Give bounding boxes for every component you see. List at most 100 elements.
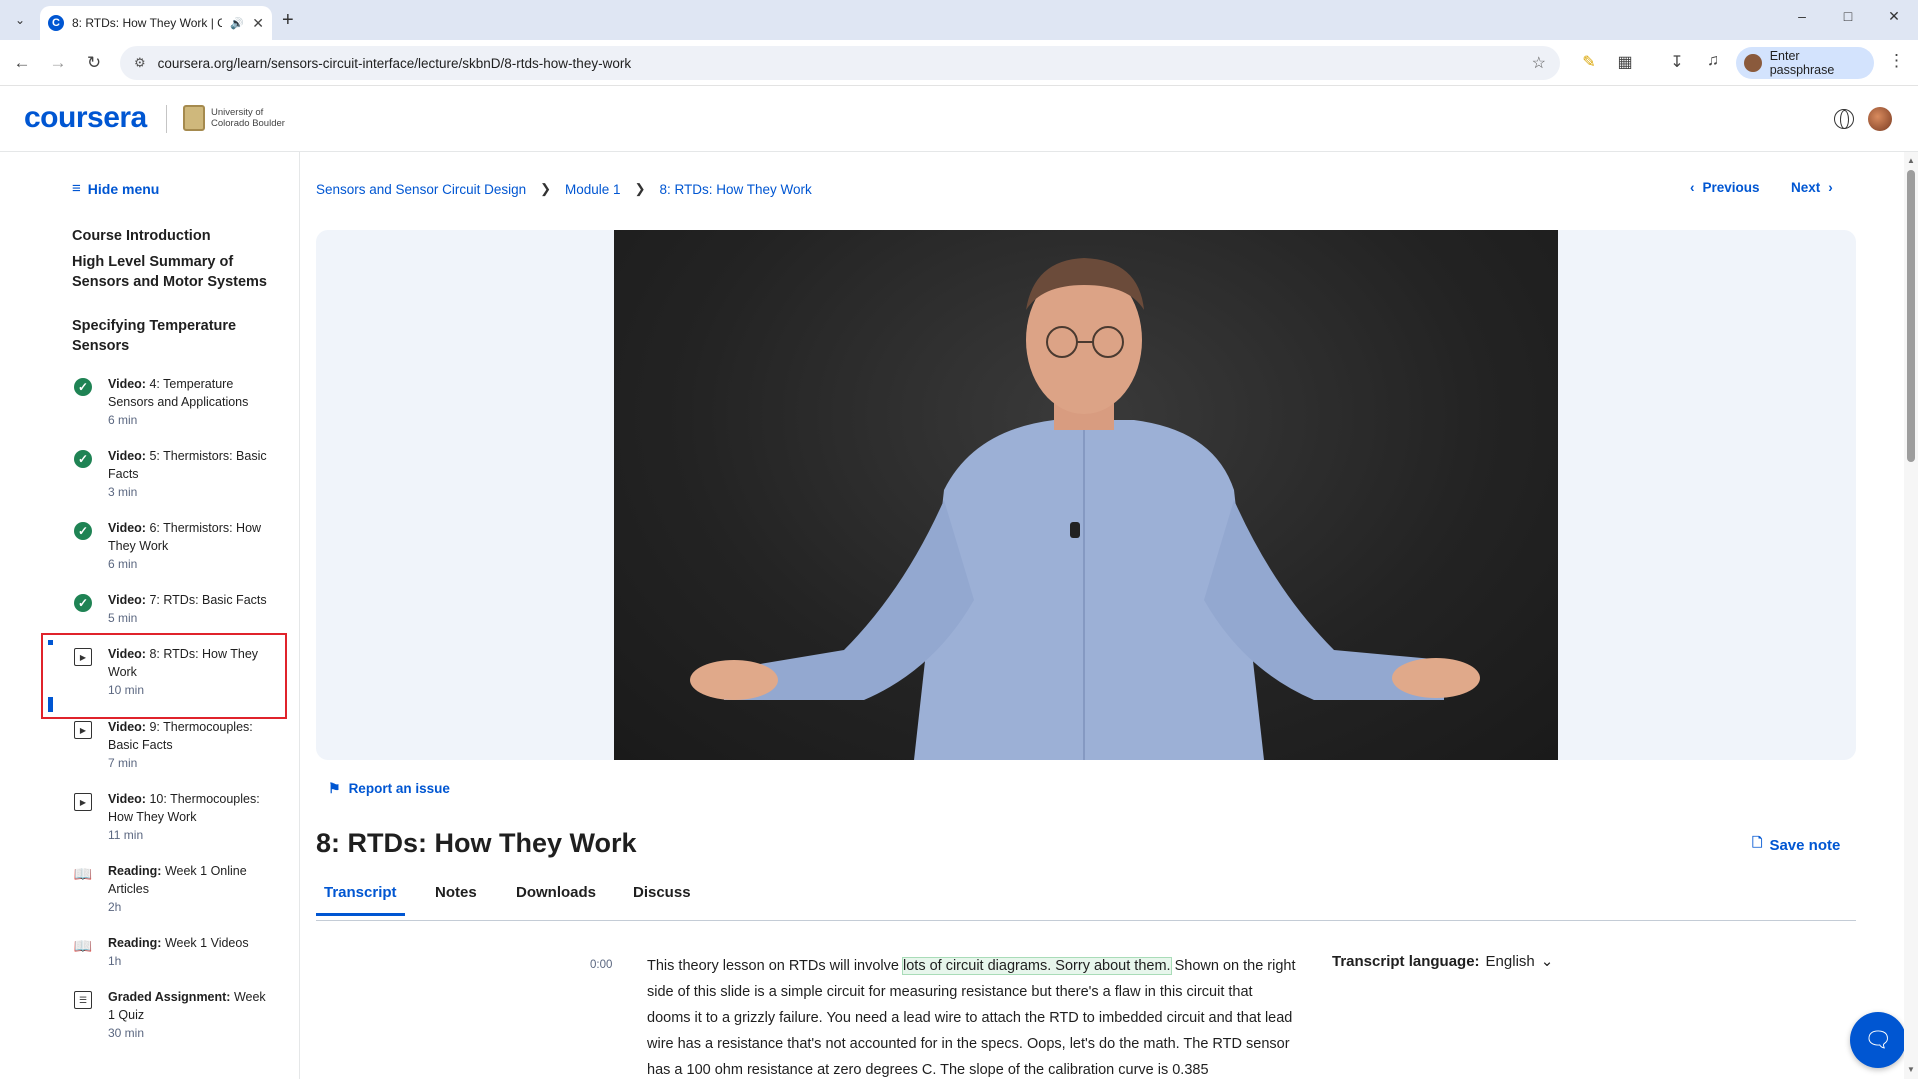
transcript-timestamp[interactable]: 0:00 <box>590 959 612 971</box>
selection-highlight-box <box>41 633 287 719</box>
tab-discuss[interactable]: Discuss <box>625 884 699 913</box>
breadcrumb-module[interactable]: Module 1 <box>565 182 621 197</box>
browser-menu-icon[interactable]: ⋮ <box>1888 51 1905 71</box>
book-icon: 📖 <box>73 866 93 883</box>
transcript-language-select[interactable]: Transcript language: English ⌄ <box>1332 952 1553 971</box>
browser-tab[interactable]: C 8: RTDs: How They Work | C 🔊 ✕ <box>40 6 272 40</box>
completed-check-icon: ✓ <box>74 450 92 468</box>
play-icon: ▶ <box>74 721 92 739</box>
hamburger-icon: ≡ <box>72 180 81 197</box>
back-arrow-icon[interactable]: ← <box>10 51 34 75</box>
chevron-right-icon: ❯ <box>540 181 552 196</box>
item-duration: 1h <box>108 954 122 968</box>
profile-chip[interactable]: Enter passphrase <box>1736 47 1874 79</box>
transcript-current-segment[interactable]: lots of circuit diagrams. Sorry about th… <box>902 957 1172 975</box>
save-note-button[interactable]: 🗋 Save note <box>1752 834 1840 856</box>
item-label: Video: 10: Thermocouples: How They Work <box>108 792 260 824</box>
note-icon: 🗋 <box>1752 835 1763 850</box>
transcript-language-label: Transcript language: <box>1332 952 1480 970</box>
assignment-icon: ☰ <box>74 991 92 1009</box>
sidebar-item-video-5[interactable]: ✓ Video: 5: Thermistors: Basic Facts 3 m… <box>40 447 286 499</box>
section-high-level-summary[interactable]: High Level Summary of Sensors and Motor … <box>72 252 272 292</box>
scroll-up-icon[interactable]: ▲ <box>1907 156 1915 165</box>
page-scrollbar[interactable]: ▲ ▼ <box>1904 152 1918 1079</box>
breadcrumb-course[interactable]: Sensors and Sensor Circuit Design <box>316 182 526 197</box>
report-issue-label: Report an issue <box>348 781 450 796</box>
sidebar-item-video-10[interactable]: ▶ Video: 10: Thermocouples: How They Wor… <box>40 790 286 842</box>
transcript-language-value: English <box>1485 952 1535 970</box>
close-window-icon[interactable]: ✕ <box>1884 8 1904 25</box>
user-avatar[interactable] <box>1868 107 1892 131</box>
video-player[interactable] <box>614 230 1558 760</box>
sidebar-item-video-4[interactable]: ✓ Video: 4: Temperature Sensors and Appl… <box>40 375 286 427</box>
speaker-icon[interactable]: 🔊 <box>230 17 244 30</box>
tab-title: 8: RTDs: How They Work | C <box>72 16 222 30</box>
sidebar-item-video-9[interactable]: ▶ Video: 9: Thermocouples: Basic Facts 7… <box>40 718 286 770</box>
site-info-icon[interactable]: ⚙ <box>134 55 146 71</box>
minimize-icon[interactable]: – <box>1792 8 1812 24</box>
new-tab-plus-icon[interactable]: + <box>282 9 294 32</box>
report-issue-button[interactable]: ⚑ Report an issue <box>328 780 450 797</box>
address-bar[interactable]: ⚙ coursera.org/learn/sensors-circuit-int… <box>120 46 1560 80</box>
book-icon: 📖 <box>73 938 93 955</box>
item-duration: 30 min <box>108 1026 145 1040</box>
sidebar-item-reading-articles[interactable]: 📖 Reading: Week 1 Online Articles 2h <box>40 862 286 914</box>
sidebar-item-reading-videos[interactable]: 📖 Reading: Week 1 Videos 1h <box>40 934 286 968</box>
profile-avatar <box>1744 54 1762 72</box>
tab-transcript[interactable]: Transcript <box>316 884 405 916</box>
download-icon[interactable]: ↧ <box>1666 52 1688 72</box>
breadcrumb: Sensors and Sensor Circuit Design ❯ Modu… <box>316 181 812 197</box>
page-title: 8: RTDs: How They Work <box>316 828 637 858</box>
scroll-down-icon[interactable]: ▼ <box>1907 1065 1915 1074</box>
tab-notes[interactable]: Notes <box>427 884 485 913</box>
chat-bubble-icon: 🗨 <box>1864 1027 1892 1052</box>
coursera-logo[interactable]: coursera <box>24 101 147 135</box>
tab-search-chevron-icon[interactable]: ⌄ <box>8 8 32 32</box>
completed-check-icon: ✓ <box>74 522 92 540</box>
breadcrumb-lecture[interactable]: 8: RTDs: How They Work <box>659 182 811 197</box>
hide-menu-button[interactable]: ≡ Hide menu <box>72 180 159 197</box>
language-globe-icon[interactable] <box>1834 109 1854 129</box>
chevron-left-icon: ‹ <box>1690 180 1695 195</box>
transcript-segment[interactable]: Shown on the right side of this slide is… <box>647 958 1296 1078</box>
item-duration: 5 min <box>108 611 138 625</box>
coursera-favicon-icon: C <box>48 15 64 31</box>
browser-toolbar: ← → ↻ ⚙ coursera.org/learn/sensors-circu… <box>0 40 1918 86</box>
reload-icon[interactable]: ↻ <box>82 51 106 75</box>
chevron-right-icon: › <box>1828 180 1833 195</box>
content-tabs: Transcript Notes Downloads Discuss <box>316 880 1856 921</box>
save-note-label: Save note <box>1769 836 1841 854</box>
tab-downloads[interactable]: Downloads <box>508 884 604 913</box>
scroll-thumb[interactable] <box>1907 170 1915 462</box>
partner-logo[interactable]: University of Colorado Boulder <box>183 105 291 131</box>
forward-arrow-icon[interactable]: → <box>46 51 70 75</box>
sidebar-item-quiz[interactable]: ☰ Graded Assignment: Week 1 Quiz 30 min <box>40 988 286 1040</box>
item-duration: 11 min <box>108 828 144 842</box>
chat-support-button[interactable]: 🗨 <box>1850 1012 1906 1068</box>
highlighter-extension-icon[interactable]: ✎ <box>1578 52 1600 72</box>
url-text[interactable]: coursera.org/learn/sensors-circuit-inter… <box>158 56 631 71</box>
extensions-puzzle-icon[interactable]: ▦ <box>1614 52 1636 72</box>
item-duration: 2h <box>108 900 122 914</box>
bookmark-star-icon[interactable]: ☆ <box>1532 53 1546 73</box>
section-specifying-temperature-sensors[interactable]: Specifying Temperature Sensors <box>72 316 272 356</box>
sidebar-item-video-7[interactable]: ✓ Video: 7: RTDs: Basic Facts 5 min <box>40 591 286 625</box>
transcript-text[interactable]: This theory lesson on RTDs will involve … <box>647 953 1297 1083</box>
transcript-segment[interactable]: This theory lesson on RTDs will involve <box>647 958 903 974</box>
partner-name: University of Colorado Boulder <box>211 107 285 129</box>
item-label: Video: 7: RTDs: Basic Facts <box>108 593 267 607</box>
sidebar-item-video-6[interactable]: ✓ Video: 6: Thermistors: How They Work 6… <box>40 519 286 571</box>
previous-label: Previous <box>1702 180 1760 195</box>
next-button[interactable]: Next › <box>1791 180 1833 195</box>
chevron-right-icon: ❯ <box>634 181 646 196</box>
media-control-icon[interactable]: ♫ <box>1702 52 1724 70</box>
browser-tab-bar: ⌄ C 8: RTDs: How They Work | C 🔊 ✕ + – □… <box>0 0 1918 40</box>
previous-button[interactable]: ‹ Previous <box>1690 180 1760 195</box>
maximize-icon[interactable]: □ <box>1838 8 1858 24</box>
hide-menu-label: Hide menu <box>87 180 160 197</box>
completed-check-icon: ✓ <box>74 594 92 612</box>
next-label: Next <box>1791 180 1821 195</box>
close-tab-icon[interactable]: ✕ <box>252 15 264 32</box>
section-course-introduction[interactable]: Course Introduction <box>72 226 272 246</box>
item-duration: 3 min <box>108 485 138 499</box>
